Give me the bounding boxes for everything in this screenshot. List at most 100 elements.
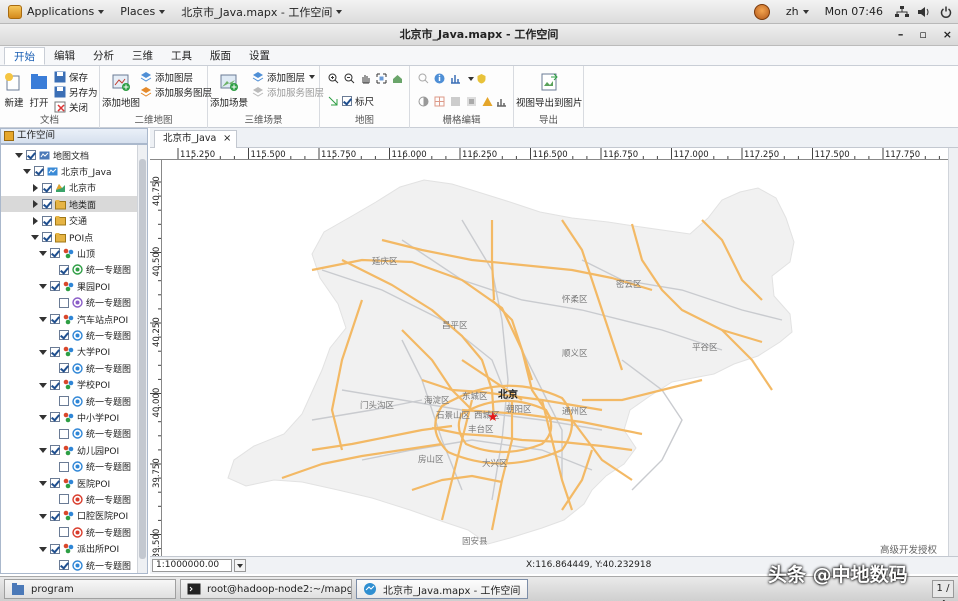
- zoom-in-icon[interactable]: [328, 73, 339, 84]
- layer-visibility-checkbox[interactable]: [50, 412, 60, 423]
- refresh-map-icon[interactable]: [392, 73, 403, 84]
- layer-visibility-checkbox[interactable]: [59, 363, 69, 374]
- workspace-scrollbar[interactable]: [137, 145, 147, 573]
- task-program[interactable]: program: [4, 579, 176, 599]
- ruler-toggle[interactable]: 标尺: [342, 94, 374, 108]
- tree-node[interactable]: 医院POI: [1, 475, 147, 491]
- layer-visibility-checkbox[interactable]: [50, 543, 60, 554]
- tree-node[interactable]: 统一专题图: [1, 557, 147, 573]
- scrollbar-thumb[interactable]: [139, 159, 146, 559]
- full-extent-icon[interactable]: [376, 73, 387, 84]
- layer-visibility-checkbox[interactable]: [50, 445, 60, 456]
- expand-arrow-icon[interactable]: [39, 479, 47, 487]
- add-layer-2d-button[interactable]: 添加图层: [140, 70, 193, 84]
- power-menu[interactable]: [934, 6, 958, 18]
- add-layer-3d-button[interactable]: 添加图层: [252, 70, 316, 84]
- collapse-arrow-icon[interactable]: [31, 183, 39, 192]
- tree-node[interactable]: 北京市_Java: [1, 163, 147, 179]
- layer-visibility-checkbox[interactable]: [42, 199, 52, 210]
- layer-visibility-checkbox[interactable]: [50, 346, 60, 357]
- tree-node[interactable]: 北京市: [1, 180, 147, 196]
- open-button[interactable]: 打开: [29, 72, 49, 109]
- collapse-arrow-icon[interactable]: [31, 200, 39, 209]
- expand-arrow-icon[interactable]: [39, 512, 47, 520]
- layer-visibility-checkbox[interactable]: [50, 314, 60, 324]
- layer-visibility-checkbox[interactable]: [59, 494, 69, 505]
- add-scene-button[interactable]: 添加场景: [210, 72, 248, 109]
- volume-status[interactable]: [913, 6, 934, 18]
- add-map-button[interactable]: 添加地图: [102, 72, 140, 109]
- expand-arrow-icon[interactable]: [39, 545, 47, 553]
- layer-visibility-checkbox[interactable]: [50, 379, 60, 390]
- collapse-arrow-icon[interactable]: [31, 216, 39, 225]
- layer-visibility-checkbox[interactable]: [59, 461, 69, 472]
- select-tool-icon[interactable]: [328, 96, 339, 107]
- save-button[interactable]: 保存: [54, 70, 88, 84]
- places-menu[interactable]: Places: [112, 5, 173, 18]
- task-terminal[interactable]: root@hadoop-node2:~/mapgis10/pr...: [180, 579, 352, 599]
- shield-icon[interactable]: [476, 73, 487, 84]
- layer-visibility-checkbox[interactable]: [50, 248, 60, 259]
- tab-3d[interactable]: 三维: [123, 47, 162, 65]
- tree-node[interactable]: 统一专题图: [1, 459, 147, 475]
- clock[interactable]: Mon 07:46: [817, 5, 891, 18]
- layer-visibility-checkbox[interactable]: [42, 232, 52, 242]
- warning-icon[interactable]: [482, 96, 493, 107]
- clip-icon[interactable]: [466, 96, 477, 107]
- add-service-layer-2d-button[interactable]: 添加服务图层: [140, 85, 212, 99]
- new-button[interactable]: 新建: [4, 72, 24, 109]
- layer-visibility-checkbox[interactable]: [42, 182, 52, 193]
- tree-node[interactable]: 统一专题图: [1, 295, 147, 311]
- tab-settings[interactable]: 设置: [240, 47, 279, 65]
- language-indicator[interactable]: zh: [778, 5, 817, 18]
- tree-node[interactable]: 统一专题图: [1, 524, 147, 540]
- grid-icon[interactable]: [434, 96, 445, 107]
- tree-node[interactable]: 统一专题图: [1, 360, 147, 376]
- map-canvas[interactable]: 延庆区 怀柔区 密云区 昌平区 顺义区 平谷区 门头沟区 海淀区 东城区 北京 朝阳区 石景山区 西城区…: [162, 160, 948, 556]
- export-view-button[interactable]: 视图导出到图片: [516, 72, 583, 109]
- stats-icon[interactable]: [496, 96, 507, 107]
- layer-visibility-checkbox[interactable]: [26, 150, 36, 160]
- doc-tab-beijing[interactable]: 北京市_Java ×: [154, 130, 238, 148]
- expand-arrow-icon[interactable]: [23, 167, 31, 175]
- layer-visibility-checkbox[interactable]: [59, 297, 69, 308]
- tree-node[interactable]: 统一专题图: [1, 262, 147, 278]
- tab-analysis[interactable]: 分析: [84, 47, 123, 65]
- expand-arrow-icon[interactable]: [39, 315, 47, 323]
- histogram-icon[interactable]: [450, 73, 461, 84]
- layer-visibility-checkbox[interactable]: [59, 428, 69, 439]
- tree-node[interactable]: 山顶: [1, 245, 147, 261]
- tree-node[interactable]: 统一专题图: [1, 327, 147, 343]
- map-scrollbar[interactable]: [948, 148, 958, 556]
- info-icon[interactable]: [434, 73, 445, 84]
- input-method[interactable]: [746, 3, 778, 20]
- layer-visibility-checkbox[interactable]: [59, 330, 69, 341]
- task-mapgis[interactable]: 北京市_Java.mapx - 工作空间: [356, 579, 528, 599]
- expand-arrow-icon[interactable]: [39, 348, 47, 356]
- tree-node[interactable]: 统一专题图: [1, 491, 147, 507]
- tab-layout[interactable]: 版面: [201, 47, 240, 65]
- layer-visibility-checkbox[interactable]: [42, 215, 52, 226]
- workspace-pager[interactable]: 1 / 4: [932, 580, 954, 601]
- tree-node[interactable]: 幼儿园POI: [1, 442, 147, 458]
- layer-visibility-checkbox[interactable]: [59, 527, 69, 538]
- layer-visibility-checkbox[interactable]: [50, 281, 60, 292]
- close-button[interactable]: ×: [943, 24, 952, 46]
- active-window-menu[interactable]: 北京市_Java.mapx - 工作空间: [173, 4, 350, 20]
- close-tab-icon[interactable]: ×: [223, 131, 231, 147]
- raster-calc-icon[interactable]: [450, 96, 461, 107]
- tree-node[interactable]: 大学POI: [1, 344, 147, 360]
- tree-node[interactable]: 地类面: [1, 196, 147, 213]
- zoom-raster-icon[interactable]: [418, 73, 429, 84]
- tree-node[interactable]: 口腔医院POI: [1, 508, 147, 524]
- layer-visibility-checkbox[interactable]: [50, 510, 60, 521]
- add-service-layer-3d-button[interactable]: 添加服务图层: [252, 85, 324, 99]
- layer-visibility-checkbox[interactable]: [50, 478, 60, 488]
- tree-node[interactable]: 学校POI: [1, 377, 147, 393]
- zoom-out-icon[interactable]: [344, 73, 355, 84]
- save-as-button[interactable]: 另存为: [54, 85, 98, 99]
- tree-node[interactable]: POI点: [1, 229, 147, 245]
- tree-node[interactable]: 地图文档: [1, 147, 147, 163]
- tree-node[interactable]: 果园POI: [1, 278, 147, 294]
- expand-arrow-icon[interactable]: [39, 282, 47, 290]
